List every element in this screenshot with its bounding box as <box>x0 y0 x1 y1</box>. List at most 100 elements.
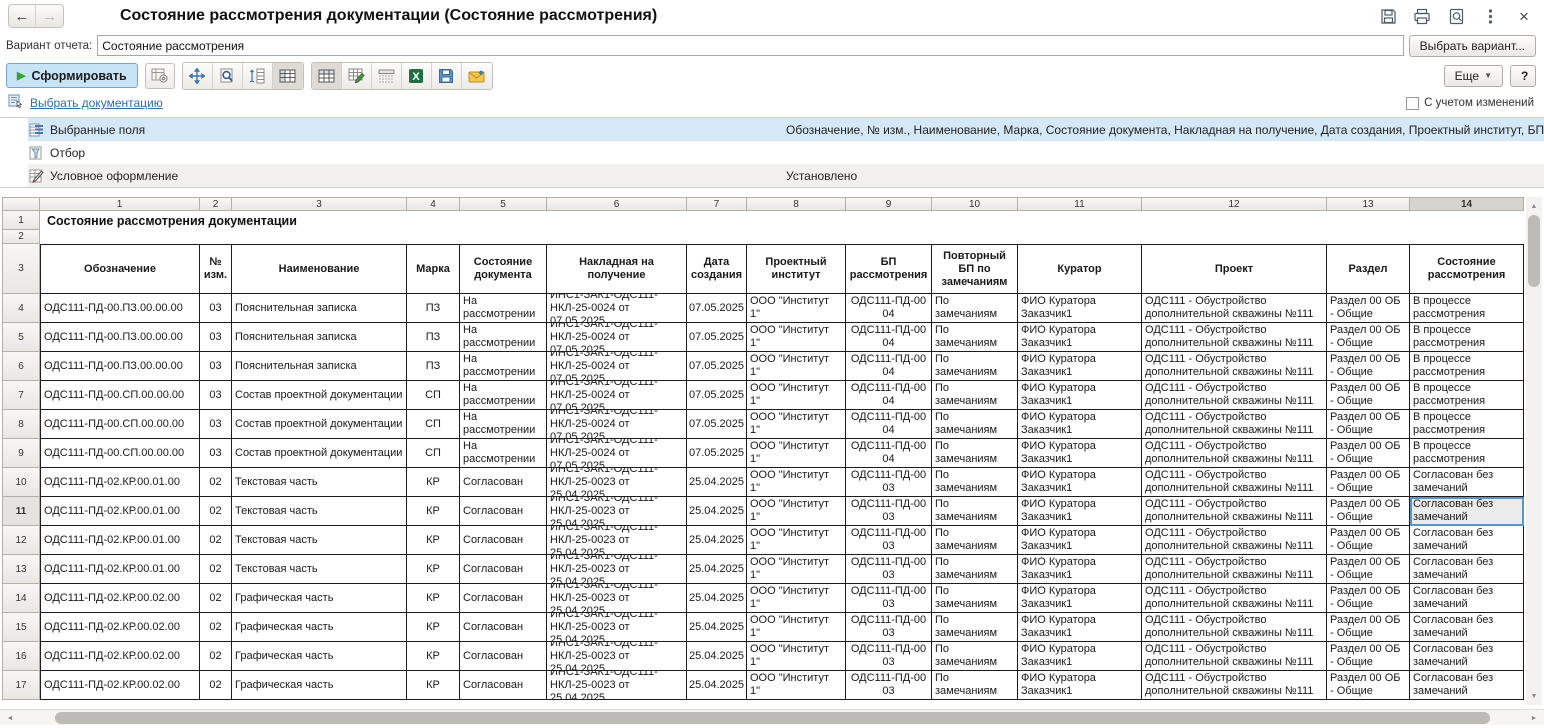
table-cell[interactable]: На рассмотрении <box>460 439 547 468</box>
table-cell[interactable]: ОДС111-ПД-00.ПЗ.00.00.00 <box>40 323 200 352</box>
column-header[interactable]: 6 <box>547 197 687 211</box>
scroll-down-icon[interactable]: ▼ <box>1526 689 1542 703</box>
table-cell[interactable]: ОДС111 - Обустройство дополнительной скв… <box>1142 555 1327 584</box>
table-cell[interactable]: ИНС1-ЗАК1-ОДС111-НКЛ-25-0024 от 07.05.20… <box>547 439 687 468</box>
table-cell[interactable]: ФИО Куратора Заказчик1 <box>1018 642 1142 671</box>
table-cell[interactable]: ФИО Куратора Заказчик1 <box>1018 613 1142 642</box>
settings-row-selected-fields[interactable]: Выбранные поля Обозначение, № изм., Наим… <box>0 118 1544 141</box>
table-cell[interactable]: КР <box>407 671 460 700</box>
table-cell[interactable]: ОДС111 - Обустройство дополнительной скв… <box>1142 671 1327 700</box>
table-cell[interactable]: Согласован без замечаний <box>1410 497 1524 526</box>
table-cell[interactable]: ОДС111-ПД-0004 <box>846 323 932 352</box>
table-cell[interactable]: Состав проектной документации <box>232 410 407 439</box>
table-column-header[interactable]: Обозначение <box>40 244 200 294</box>
table-cell[interactable]: По замечаниям <box>932 584 1018 613</box>
table-column-header[interactable]: БП рассмотрения <box>846 244 932 294</box>
row-header[interactable]: 16 <box>2 642 40 671</box>
table-cell[interactable]: ОДС111-ПД-0004 <box>846 352 932 381</box>
column-header[interactable]: 13 <box>1327 197 1410 211</box>
table-cell[interactable]: ИНС1-ЗАК1-ОДС111-НКЛ-25-0023 от 25.04.20… <box>547 555 687 584</box>
table-cell[interactable]: 03 <box>200 294 232 323</box>
table-cell[interactable]: Текстовая часть <box>232 497 407 526</box>
table-cell[interactable]: По замечаниям <box>932 497 1018 526</box>
table-cell[interactable]: Согласован <box>460 584 547 613</box>
table-cell[interactable]: ОДС111 - Обустройство дополнительной скв… <box>1142 526 1327 555</box>
row-header[interactable]: 1 <box>2 211 40 230</box>
table-column-header[interactable]: Раздел <box>1327 244 1410 294</box>
table-cell[interactable]: КР <box>407 555 460 584</box>
scroll-left-icon[interactable]: ◄ <box>2 710 18 726</box>
table-column-header[interactable]: Накладная на получение <box>547 244 687 294</box>
table-cell[interactable]: ОДС111-ПД-00.СП.00.00.00 <box>40 439 200 468</box>
table-cell[interactable]: КР <box>407 642 460 671</box>
table-cell[interactable]: 03 <box>200 352 232 381</box>
table-edit-icon[interactable] <box>342 63 372 89</box>
table-cell[interactable]: По замечаниям <box>932 294 1018 323</box>
table-cell[interactable]: ИНС1-ЗАК1-ОДС111-НКЛ-25-0023 от 25.04.20… <box>547 468 687 497</box>
table-cell[interactable]: ФИО Куратора Заказчик1 <box>1018 468 1142 497</box>
table-cell[interactable]: Согласован без замечаний <box>1410 468 1524 497</box>
table-cell[interactable]: Согласован <box>460 642 547 671</box>
report-settings-icon[interactable] <box>145 63 175 89</box>
choose-variant-button[interactable]: Выбрать вариант... <box>1409 35 1536 57</box>
row-header[interactable]: 6 <box>2 352 40 381</box>
table-cell[interactable]: Раздел 00 ОБ - Общие <box>1327 555 1410 584</box>
excel-export-icon[interactable]: X <box>402 63 432 89</box>
empty-cell[interactable] <box>40 230 1524 244</box>
table-column-header[interactable]: № изм. <box>200 244 232 294</box>
table-cell[interactable]: ОДС111 - Обустройство дополнительной скв… <box>1142 294 1327 323</box>
table-cell[interactable]: ООО "Институт 1" <box>747 497 846 526</box>
table-cell[interactable]: 25.04.2025 <box>687 642 747 671</box>
table-cell[interactable]: 03 <box>200 410 232 439</box>
table-cell[interactable]: ОДС111-ПД-0004 <box>846 410 932 439</box>
table-cell[interactable]: КР <box>407 468 460 497</box>
table-cell[interactable]: ОДС111 - Обустройство дополнительной скв… <box>1142 584 1327 613</box>
table-cell[interactable]: Пояснительная записка <box>232 294 407 323</box>
table-cell[interactable]: 25.04.2025 <box>687 613 747 642</box>
table-cell[interactable]: 25.04.2025 <box>687 497 747 526</box>
table-cell[interactable]: ООО "Институт 1" <box>747 381 846 410</box>
column-header[interactable]: 7 <box>687 197 747 211</box>
table-cell[interactable]: Согласован без замечаний <box>1410 526 1524 555</box>
row-header[interactable]: 17 <box>2 671 40 700</box>
table-cell[interactable]: ОДС111-ПД-0003 <box>846 555 932 584</box>
row-header[interactable]: 11 <box>2 497 40 526</box>
table-cell[interactable]: ООО "Институт 1" <box>747 294 846 323</box>
table-cell[interactable]: ОДС111 - Обустройство дополнительной скв… <box>1142 642 1327 671</box>
sheet-corner-cell[interactable] <box>2 197 40 211</box>
table-cell[interactable]: КР <box>407 497 460 526</box>
kebab-menu-icon[interactable] <box>1480 6 1500 26</box>
table-cell[interactable]: Раздел 00 ОБ - Общие <box>1327 352 1410 381</box>
select-documentation-link[interactable]: Выбрать документацию <box>30 96 163 110</box>
table-cell[interactable]: Состав проектной документации <box>232 439 407 468</box>
row-header[interactable]: 15 <box>2 613 40 642</box>
table-cell[interactable]: ОДС111 - Обустройство дополнительной скв… <box>1142 439 1327 468</box>
help-button[interactable]: ? <box>1510 65 1536 87</box>
table-column-header[interactable]: Состояние документа <box>460 244 547 294</box>
row-header[interactable]: 4 <box>2 294 40 323</box>
table-cell[interactable]: По замечаниям <box>932 410 1018 439</box>
table-cell[interactable]: ФИО Куратора Заказчик1 <box>1018 671 1142 700</box>
table-cell[interactable]: Состав проектной документации <box>232 381 407 410</box>
table-cell[interactable]: Раздел 00 ОБ - Общие <box>1327 381 1410 410</box>
settings-row-value[interactable]: Установлено <box>786 164 1544 187</box>
table-cell[interactable]: Раздел 00 ОБ - Общие <box>1327 439 1410 468</box>
table-cell[interactable]: Согласован без замечаний <box>1410 642 1524 671</box>
table-cell[interactable]: Пояснительная записка <box>232 352 407 381</box>
table-cell[interactable]: Раздел 00 ОБ - Общие <box>1327 671 1410 700</box>
column-header[interactable]: 14 <box>1410 197 1524 211</box>
table-cell[interactable]: ОДС111 - Обустройство дополнительной скв… <box>1142 497 1327 526</box>
table-cell[interactable]: Согласован без замечаний <box>1410 555 1524 584</box>
table-cell[interactable]: В процессе рассмотрения <box>1410 410 1524 439</box>
column-grouping-icon[interactable] <box>273 63 303 89</box>
table-cell[interactable]: ООО "Институт 1" <box>747 352 846 381</box>
save-result-icon[interactable] <box>432 63 462 89</box>
table-cell[interactable]: ОДС111-ПД-02.КР.00.01.00 <box>40 497 200 526</box>
table-cell[interactable]: ПЗ <box>407 294 460 323</box>
table-cell[interactable]: 07.05.2025 <box>687 294 747 323</box>
table-cell[interactable]: ИНС1-ЗАК1-ОДС111-НКЛ-25-0024 от 07.05.20… <box>547 323 687 352</box>
table-cell[interactable]: ФИО Куратора Заказчик1 <box>1018 497 1142 526</box>
table-cell[interactable]: Раздел 00 ОБ - Общие <box>1327 468 1410 497</box>
table-cell[interactable]: ОДС111-ПД-02.КР.00.01.00 <box>40 555 200 584</box>
print-preview-icon[interactable] <box>1446 6 1466 26</box>
